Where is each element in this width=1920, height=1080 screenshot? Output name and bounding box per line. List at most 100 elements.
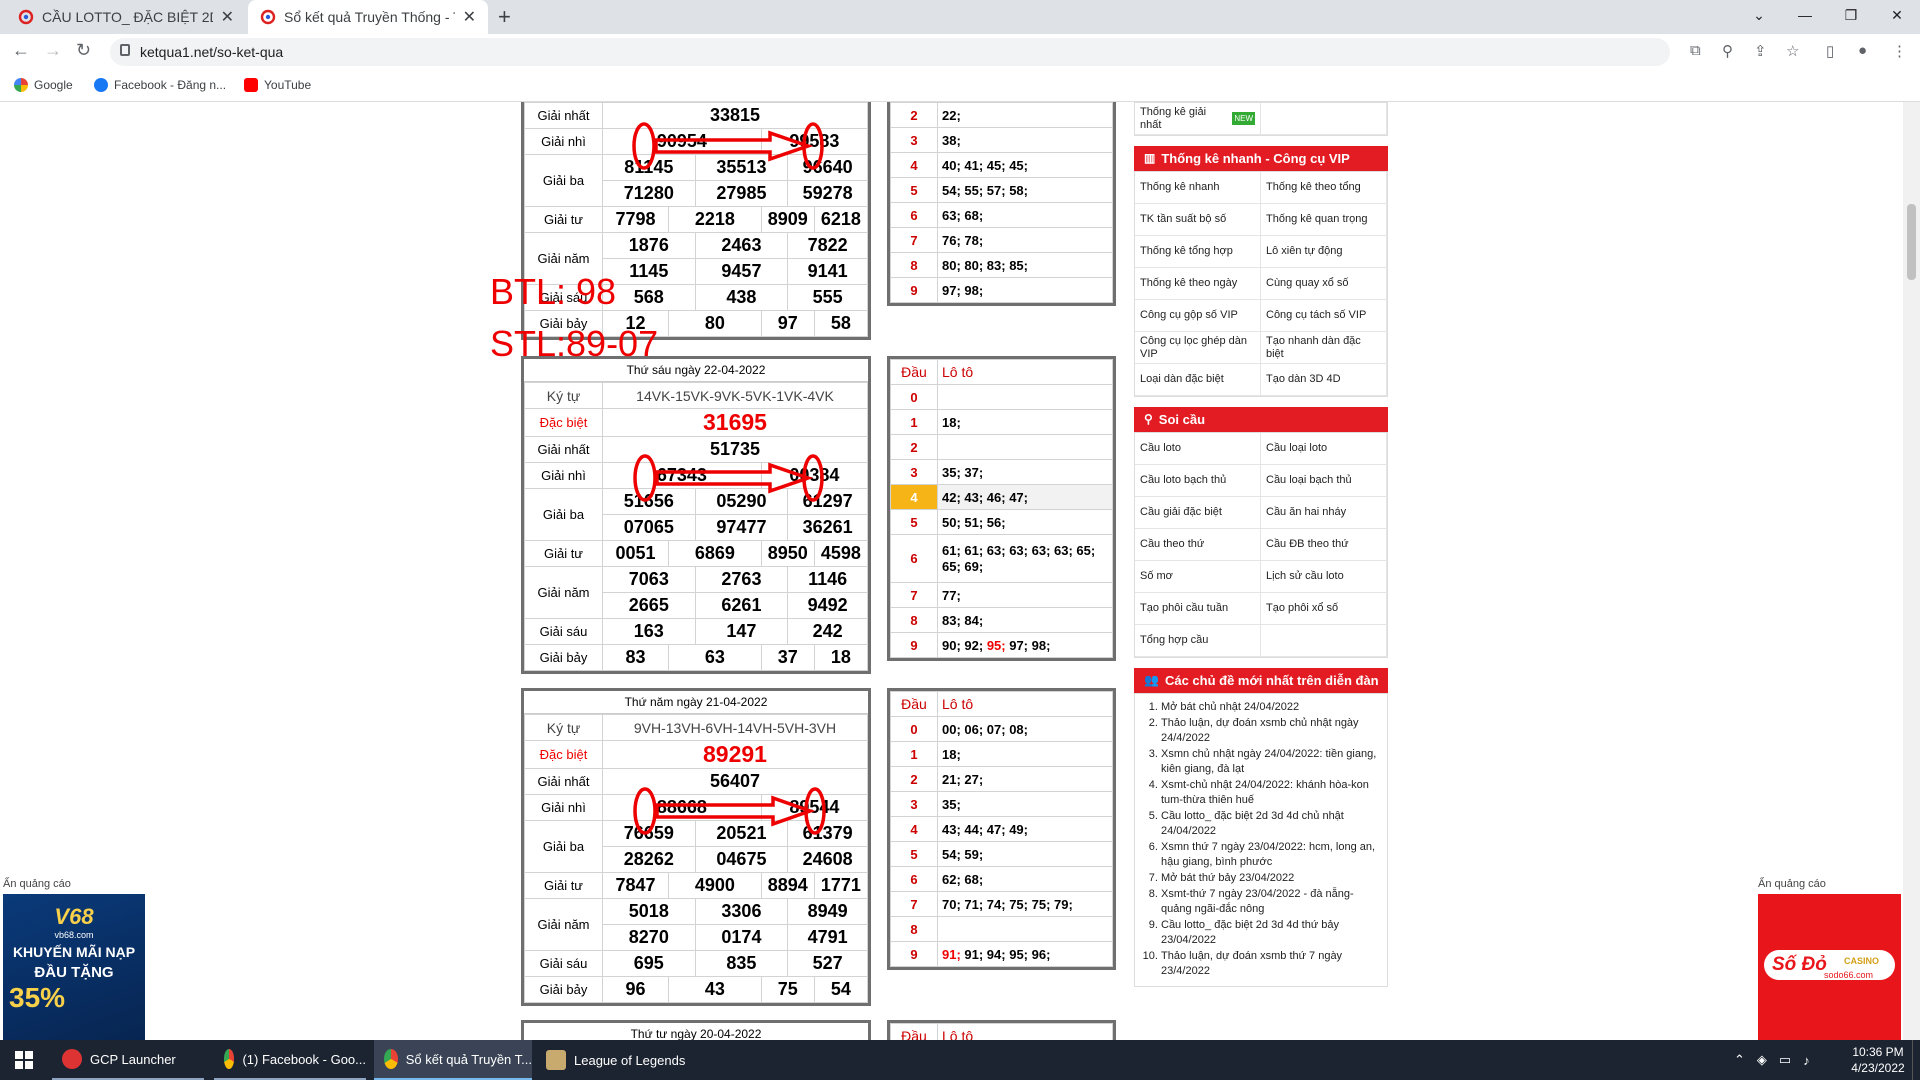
soi-cau-link[interactable]: Số mơ <box>1135 561 1261 593</box>
dau-cell: 7 <box>890 891 938 917</box>
soi-cau-link[interactable]: Lịch sử cầu loto <box>1261 561 1387 593</box>
prize-value: 3306 <box>694 898 789 925</box>
vip-link[interactable]: Công cụ gộp số VIP <box>1135 300 1261 332</box>
bookmark-youtube[interactable]: YouTube <box>244 78 311 92</box>
prize-value: 61297 <box>787 488 868 515</box>
prize-value: 97477 <box>694 514 789 541</box>
maximize-icon[interactable]: ❐ <box>1828 0 1874 30</box>
close-window-icon[interactable]: ✕ <box>1874 0 1920 30</box>
start-button[interactable] <box>0 1040 48 1080</box>
soi-cau-link[interactable]: Cầu loto <box>1135 433 1261 465</box>
tab-close-icon[interactable]: ✕ <box>463 7 476 27</box>
prize-value: 0174 <box>694 924 789 951</box>
forum-topic-link[interactable]: Xsmt-chủ nhật 24/04/2022: khánh hòa-kon … <box>1161 778 1379 808</box>
vip-link[interactable]: Thống kê theo tổng <box>1261 172 1387 204</box>
forward-icon[interactable]: → <box>44 40 62 61</box>
forum-topic-link[interactable]: Thảo luận, dự đoán xsmb chủ nhật ngày 24… <box>1161 716 1379 746</box>
loto-part: 97; 98; <box>1005 637 1051 653</box>
soi-cau-link[interactable]: Cầu giải đặc biệt <box>1135 497 1261 529</box>
soi-cau-link[interactable]: Cầu ăn hai nháy <box>1261 497 1387 529</box>
forum-topic-link[interactable]: Xsmn chủ nhật ngày 24/04/2022: tiền gian… <box>1161 747 1379 777</box>
dau-header: Đầu <box>890 1023 938 1040</box>
soi-cau-link[interactable]: Cầu loại loto <box>1261 433 1387 465</box>
tray-network-icon[interactable]: ▭ <box>1779 1052 1791 1068</box>
ad-banner-left[interactable]: V68 vb68.com KHUYẾN MÃI NẠP ĐẦU TẶNG 35% <box>3 894 145 1040</box>
share-icon[interactable]: ⇪ <box>1754 42 1767 60</box>
vip-link[interactable]: Thống kê nhanh <box>1135 172 1261 204</box>
tab-search-chevron-icon[interactable]: ⌄ <box>1736 0 1782 30</box>
forum-topic-link[interactable]: Mở bát chủ nhật 24/04/2022 <box>1161 700 1379 715</box>
taskbar-facebook[interactable]: (1) Facebook - Goo... <box>214 1040 366 1080</box>
vip-link[interactable]: Thống kê tổng hợp <box>1135 236 1261 268</box>
vip-link[interactable]: Công cụ lọc ghép dàn VIP <box>1135 332 1261 364</box>
side-panel-icon[interactable]: ▯ <box>1826 42 1834 60</box>
loto-cell: 00; 06; 07; 08; <box>937 716 1113 742</box>
scrollbar-thumb[interactable] <box>1907 204 1916 280</box>
vip-link[interactable]: TK tần suất bộ số <box>1135 204 1261 236</box>
soi-cau-link[interactable]: Cầu ĐB theo thứ <box>1261 529 1387 561</box>
soi-cau-link[interactable]: Cầu theo thứ <box>1135 529 1261 561</box>
forum-topic-link[interactable]: Cầu lotto_ đặc biệt 2d 3d 4d chủ nhật 24… <box>1161 809 1379 839</box>
vip-link[interactable]: Thống kê theo ngày <box>1135 268 1261 300</box>
tab-so-ket-qua[interactable]: Sổ kết quả Truyền Thống - Tổng ✕ <box>248 0 488 34</box>
tray-app-icon[interactable]: ◈ <box>1757 1052 1767 1068</box>
prize-value: 81145 <box>602 154 696 181</box>
more-menu-icon[interactable]: ⋮ <box>1892 42 1907 60</box>
section-title: Soi cầu <box>1158 412 1206 427</box>
vip-link[interactable]: Lô xiên tự động <box>1261 236 1387 268</box>
forum-topic-link[interactable]: Cầu lotto_ đặc biệt 2d 3d 4d thứ bảy 23/… <box>1161 918 1379 948</box>
taskbar-clock[interactable]: 10:36 PM 4/23/2022 <box>1848 1044 1908 1076</box>
vip-link[interactable]: Công cụ tách số VIP <box>1261 300 1387 332</box>
taskbar-gcp-launcher[interactable]: GCP Launcher <box>52 1040 204 1080</box>
tray-volume-icon[interactable]: ♪ <box>1803 1053 1810 1068</box>
forum-topic-link[interactable]: Mở bát thứ bảy 23/04/2022 <box>1161 871 1379 886</box>
ky-tu-value: 9VH-13VH-6VH-14VH-5VH-3VH <box>602 714 868 741</box>
dau-cell: 7 <box>890 582 938 608</box>
vip-link[interactable]: Thống kê quan trọng <box>1261 204 1387 236</box>
vip-link[interactable]: Tạo nhanh dàn đặc biệt <box>1261 332 1387 364</box>
loto-cell: 35; 37; <box>937 459 1113 485</box>
forum-topic-link[interactable]: Xsmn thứ 7 ngày 23/04/2022: hcm, long an… <box>1161 840 1379 870</box>
vip-link[interactable]: Cùng quay xổ số <box>1261 268 1387 300</box>
tab-cau-lotto[interactable]: CẦU LOTTO_ ĐẶC BIỆT 2D 3D 4D ✕ <box>6 0 246 34</box>
hide-ad-left[interactable]: Ẩn quảng cáo <box>3 878 71 890</box>
bookmark-star-icon[interactable]: ☆ <box>1786 42 1799 60</box>
bookmark-google[interactable]: Google <box>14 78 73 92</box>
hide-ad-right[interactable]: Ẩn quảng cáo <box>1758 878 1826 890</box>
minimize-icon[interactable]: — <box>1782 0 1828 30</box>
page-scrollbar[interactable] <box>1903 102 1920 1040</box>
taskbar-league-of-legends[interactable]: League of Legends <box>536 1040 696 1080</box>
bookmark-facebook[interactable]: Facebook - Đăng n... <box>94 78 226 92</box>
new-tab-button[interactable]: + <box>498 4 511 30</box>
sidebar-link-thong-ke-giai-nhat[interactable]: Thống kê giải nhất NEW <box>1135 103 1261 135</box>
taskbar-label: League of Legends <box>574 1052 686 1068</box>
forum-topic-link[interactable]: Thảo luận, dự đoán xsmb thứ 7 ngày 23/4/… <box>1161 949 1379 979</box>
vip-link[interactable]: Loại dàn đặc biệt <box>1135 364 1261 396</box>
zoom-icon[interactable]: ⚲ <box>1722 42 1733 60</box>
soi-cau-link[interactable]: Tổng hợp cầu <box>1135 625 1261 657</box>
prize-value: 1771 <box>813 872 869 899</box>
soi-cau-link[interactable]: Cầu loại bạch thủ <box>1261 465 1387 497</box>
profile-avatar-icon[interactable]: ● <box>1858 42 1867 59</box>
ad-banner-right[interactable]: Số Đỏ CASINO sodo66.com <box>1758 894 1901 1040</box>
translate-icon[interactable]: ⧉ <box>1690 42 1701 59</box>
soi-cau-link[interactable]: Cầu loto bạch thủ <box>1135 465 1261 497</box>
prize-value: 6869 <box>668 540 762 567</box>
forum-topic-link[interactable]: Xsmt-thứ 7 ngày 23/04/2022 - đà nẵng-quả… <box>1161 887 1379 917</box>
taskbar-so-ket-qua[interactable]: Sổ kết quả Truyền T... <box>374 1040 532 1080</box>
tray-overflow-icon[interactable]: ⌃ <box>1734 1052 1745 1068</box>
show-desktop-button[interactable] <box>1912 1040 1920 1080</box>
address-bar[interactable]: ketqua1.net/so-ket-qua <box>110 38 1670 66</box>
vip-tools-header: ▥ Thống kê nhanh - Công cụ VIP <box>1134 146 1388 171</box>
loto-header: Lô tô <box>937 359 1113 385</box>
vip-link[interactable]: Tạo dàn 3D 4D <box>1261 364 1387 396</box>
dau-cell: 6 <box>890 202 938 228</box>
tab-close-icon[interactable]: ✕ <box>221 7 234 27</box>
back-icon[interactable]: ← <box>12 40 30 61</box>
reload-icon[interactable]: ↻ <box>76 40 91 61</box>
soi-cau-link[interactable]: Tạo phôi cầu tuần <box>1135 593 1261 625</box>
ad-line2: ĐẦU TẶNG <box>34 964 114 981</box>
soi-cau-link[interactable]: Tạo phôi xổ số <box>1261 593 1387 625</box>
prize-value: 20521 <box>694 820 789 847</box>
prize-value: 7822 <box>787 232 868 259</box>
